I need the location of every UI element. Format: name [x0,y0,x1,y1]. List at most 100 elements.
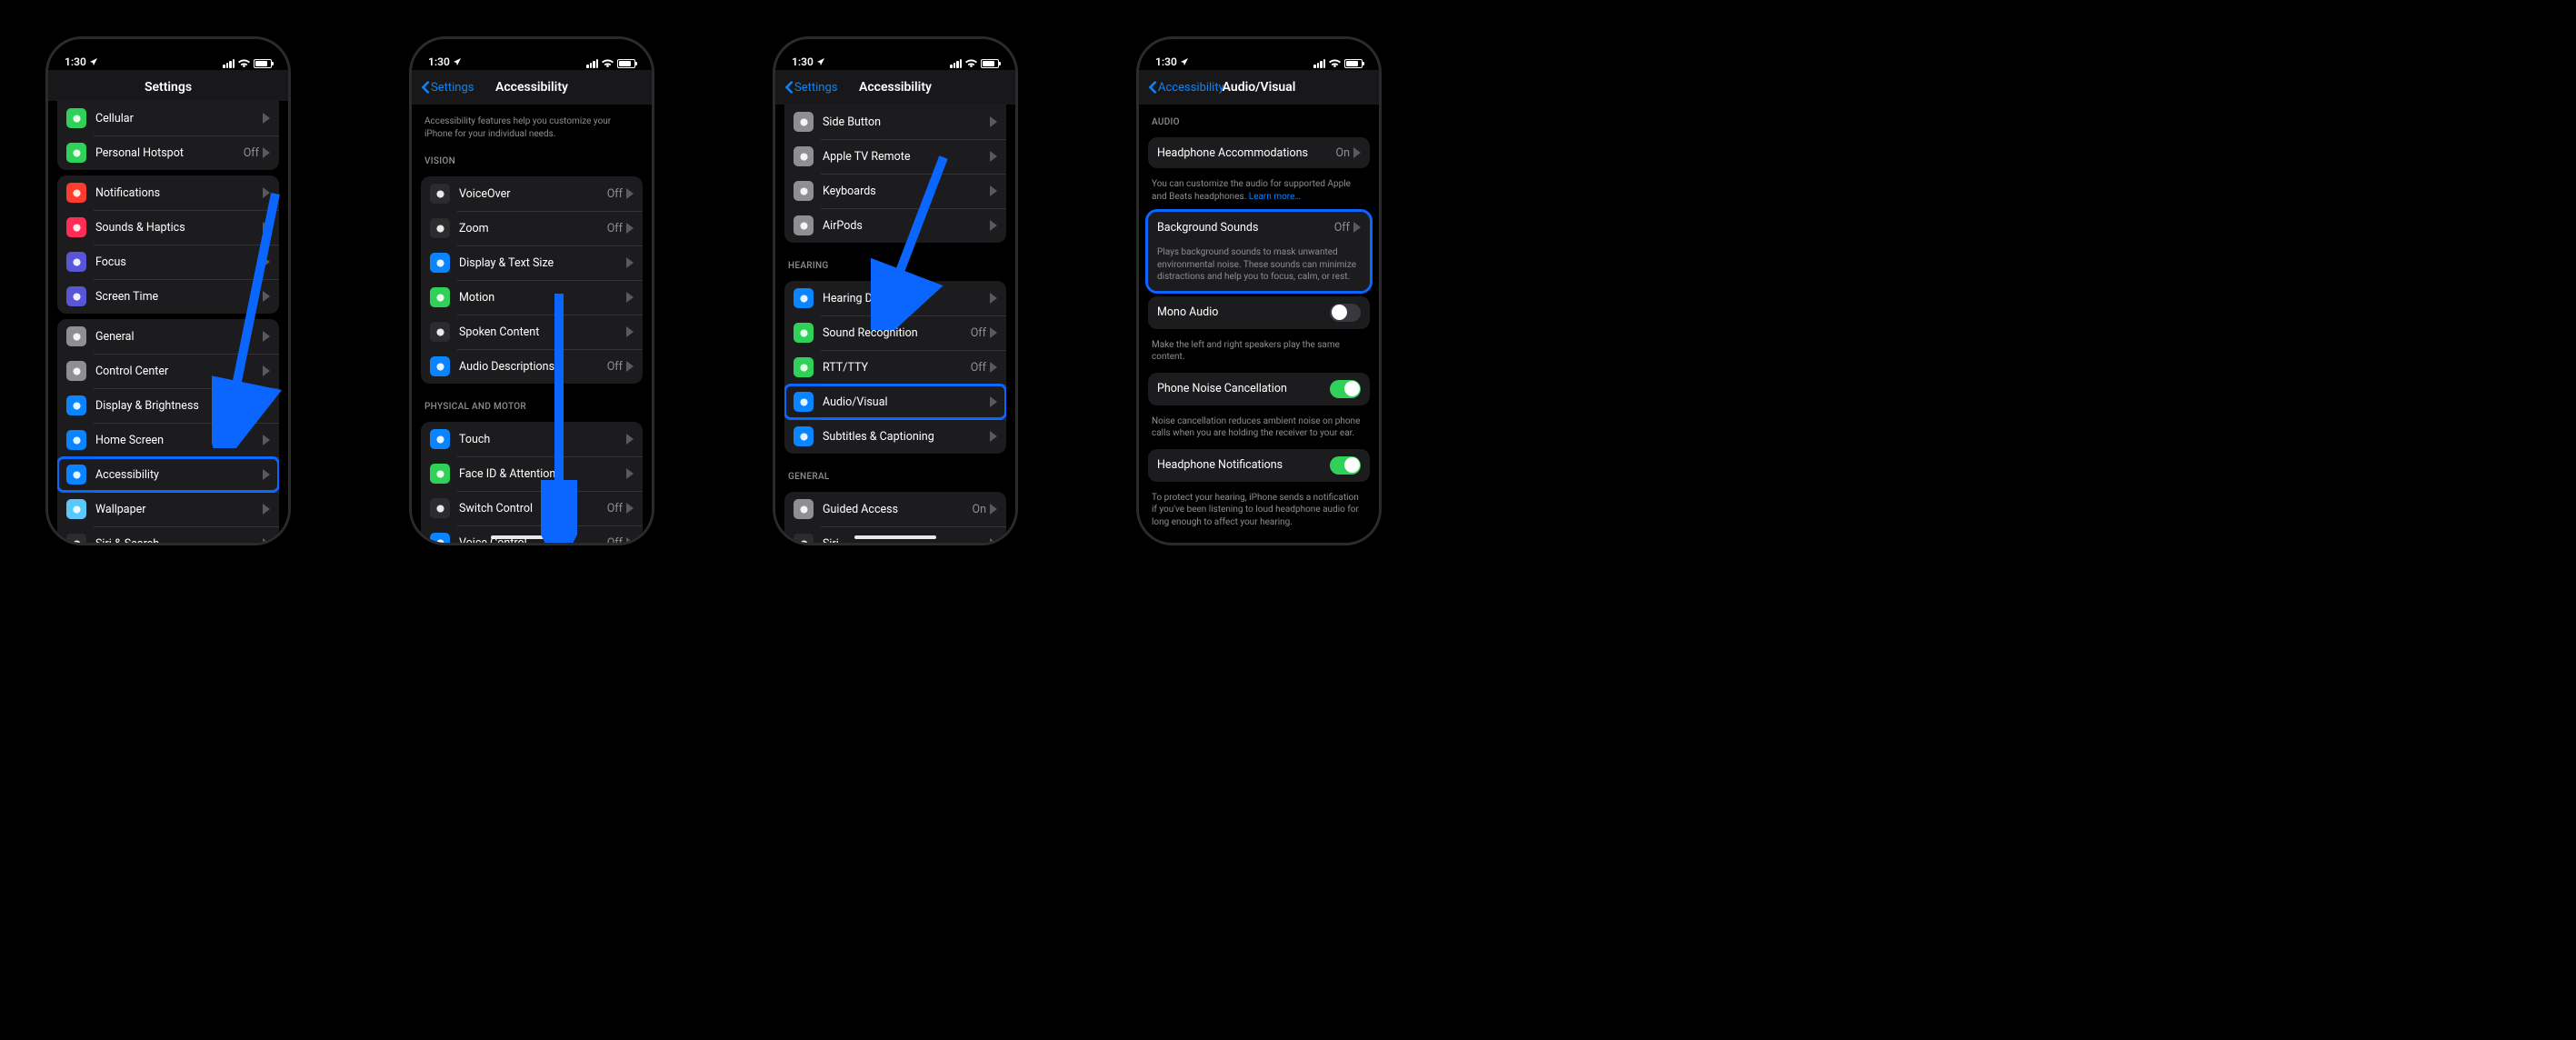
chevron-right-icon [1353,147,1361,158]
phone-audio-visual: 1:30 Accessibility Audio/Visual AUDIO He… [1136,36,1382,545]
chevron-right-icon [626,361,634,372]
settings-row-apple-tv-remote[interactable]: Apple TV Remote [784,139,1006,174]
row-label: RTT/TTY [823,361,971,375]
chevron-right-icon [990,116,997,127]
section-header: GENERAL [775,459,1015,486]
chevron-right-icon [263,291,270,302]
chevron-right-icon [263,331,270,342]
row-label: Display & Text Size [459,256,626,270]
settings-row-wallpaper[interactable]: Wallpaper [57,492,279,526]
hotspot-icon [66,143,86,163]
headphone-notifications-row[interactable]: Headphone Notifications [1148,449,1370,482]
chevron-right-icon [626,434,634,445]
row-label: Control Center [95,365,263,378]
text-size-icon [430,253,450,273]
settings-row-keyboards[interactable]: Keyboards [784,174,1006,208]
settings-row-siri-search[interactable]: Siri & Search [57,526,279,543]
settings-row-switch-control[interactable]: Switch ControlOff [421,491,643,525]
siri-icon [794,534,814,543]
home-indicator[interactable] [854,535,936,539]
row-label: Headphone Notifications [1157,458,1330,472]
chevron-right-icon [990,327,997,338]
status-bar: 1:30 [412,39,652,70]
section-header-balance: BALANCE [1139,532,1379,543]
settings-row-cellular[interactable]: Cellular [57,101,279,135]
settings-row-audio-visual[interactable]: Audio/Visual [784,385,1006,419]
settings-row-focus[interactable]: Focus [57,245,279,279]
settings-row-subtitles-captioning[interactable]: Subtitles & Captioning [784,419,1006,454]
row-label: Cellular [95,112,263,125]
settings-row-sounds-haptics[interactable]: Sounds & Haptics [57,210,279,245]
general-icon [66,326,86,346]
settings-row-personal-hotspot[interactable]: Personal HotspotOff [57,135,279,170]
settings-row-hearing-devices[interactable]: Hearing Devices [784,281,1006,315]
subtitles-icon [794,426,814,446]
settings-row-control-center[interactable]: Control Center [57,354,279,388]
row-label: Wallpaper [95,503,263,516]
chevron-right-icon [1353,222,1361,233]
settings-row-motion[interactable]: Motion [421,280,643,315]
settings-row-voiceover[interactable]: VoiceOverOff [421,176,643,211]
back-button[interactable]: Accessibility [1148,81,1224,95]
settings-row-siri[interactable]: Siri [784,526,1006,543]
learn-more-link[interactable]: Learn more… [1249,192,1301,202]
section-foot: Noise cancellation reduces ambient noise… [1139,411,1379,444]
settings-row-airpods[interactable]: AirPods [784,208,1006,243]
row-label: Spoken Content [459,325,626,339]
row-value: On [1335,146,1350,160]
mono-audio-toggle[interactable] [1330,304,1361,322]
row-label: Home Screen [95,434,263,447]
row-label: Phone Noise Cancellation [1157,382,1330,395]
settings-row-voice-control[interactable]: Voice ControlOff [421,525,643,543]
location-icon [89,57,98,66]
row-label: Audio Descriptions [459,360,607,374]
spoken-icon [430,322,450,342]
settings-row-sound-recognition[interactable]: Sound RecognitionOff [784,315,1006,350]
headphone-accommodations-row[interactable]: Headphone Accommodations On [1148,137,1370,168]
home-indicator[interactable] [491,535,573,539]
row-label: Keyboards [823,185,990,198]
phone-accessibility-scroll: 1:30 Settings Accessibility Side ButtonA… [773,36,1018,545]
chevron-right-icon [263,222,270,233]
chevron-right-icon [626,292,634,303]
mono-audio-row[interactable]: Mono Audio [1148,296,1370,329]
settings-row-rtt-tty[interactable]: RTT/TTYOff [784,350,1006,385]
settings-row-guided-access[interactable]: Guided AccessOn [784,492,1006,526]
settings-row-face-id-attention[interactable]: Face ID & Attention [421,456,643,491]
settings-row-display-text-size[interactable]: Display & Text Size [421,245,643,280]
settings-row-touch[interactable]: Touch [421,422,643,456]
row-label: Display & Brightness [95,399,263,413]
back-button[interactable]: Settings [784,81,837,95]
row-label: Screen Time [95,290,263,304]
phone-noise-cancel-toggle[interactable] [1330,380,1361,398]
back-button[interactable]: Settings [421,81,474,95]
settings-row-spoken-content[interactable]: Spoken Content [421,315,643,349]
row-label: Headphone Accommodations [1157,146,1335,160]
keyboards-icon [794,181,814,201]
wifi-icon [238,59,250,68]
settings-row-home-screen[interactable]: Home Screen [57,423,279,457]
row-label: Apple TV Remote [823,150,990,164]
row-label: Personal Hotspot [95,146,244,160]
settings-row-accessibility[interactable]: Accessibility [57,457,279,492]
background-sounds-row[interactable]: Background Sounds Off [1148,212,1370,243]
settings-row-screen-time[interactable]: Screen Time [57,279,279,314]
row-label: VoiceOver [459,187,607,201]
row-value: Off [971,326,986,340]
section-header: HEARING [775,248,1015,275]
settings-row-display-brightness[interactable]: Display & Brightness [57,388,279,423]
settings-row-notifications[interactable]: Notifications [57,175,279,210]
settings-row-general[interactable]: General [57,319,279,354]
chevron-right-icon [990,293,997,304]
phone-noise-cancel-row[interactable]: Phone Noise Cancellation [1148,373,1370,405]
chevron-right-icon [990,185,997,196]
voiceover-icon [430,184,450,204]
settings-row-audio-descriptions[interactable]: Audio DescriptionsOff [421,349,643,384]
chevron-right-icon [626,188,634,199]
background-sounds-group: Background Sounds Off Plays background s… [1148,212,1370,291]
audiodesc-icon [430,356,450,376]
headphone-notifications-toggle[interactable] [1330,456,1361,475]
settings-row-side-button[interactable]: Side Button [784,105,1006,139]
settings-row-zoom[interactable]: ZoomOff [421,211,643,245]
home-screen-icon [66,430,86,450]
